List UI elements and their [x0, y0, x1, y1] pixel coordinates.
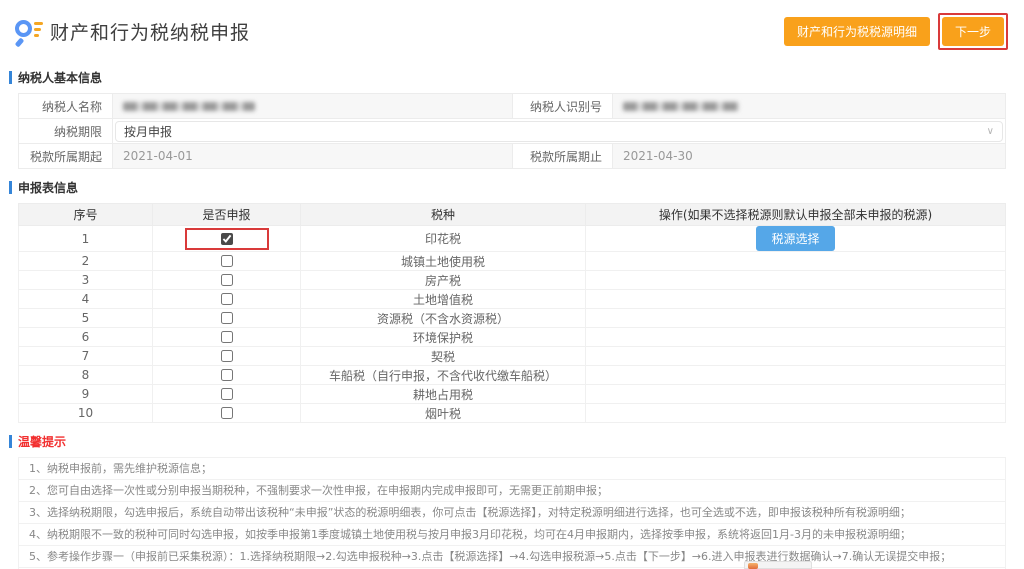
taxpayer-name-label: 纳税人名称	[19, 94, 113, 119]
table-row: 1 印花税 税源选择	[19, 226, 1006, 252]
row-index: 9	[19, 385, 153, 404]
app-logo-search-icon	[14, 17, 44, 47]
table-row: 2 城镇土地使用税	[19, 252, 1006, 271]
row-index: 2	[19, 252, 153, 271]
tips-section-title: 温馨提示	[18, 433, 1006, 450]
declare-checkbox[interactable]	[221, 350, 233, 362]
declare-checkbox[interactable]	[221, 407, 233, 419]
row-index: 1	[19, 226, 153, 252]
declaration-table: 序号 是否申报 税种 操作(如果不选择税源则默认申报全部未申报的税源) 1 印花…	[18, 203, 1006, 423]
tip-item: 5、参考操作步骤一（申报前已采集税源）：1.选择纳税期限→2.勾选申报税种→3.…	[19, 546, 1005, 568]
tip-item: 3、选择纳税期限，勾选申报后，系统自动带出该税种“未申报”状态的税源明细表，你可…	[19, 502, 1005, 524]
table-row: 8 车船税（自行申报，不含代收代缴车船税）	[19, 366, 1006, 385]
row-index: 8	[19, 366, 153, 385]
col-serial: 序号	[19, 204, 153, 226]
tip-item: 1、纳税申报前，需先维护税源信息；	[19, 458, 1005, 480]
table-header-row: 序号 是否申报 税种 操作(如果不选择税源则默认申报全部未申报的税源)	[19, 204, 1006, 226]
table-row: 10 烟叶税	[19, 404, 1006, 423]
row-index: 6	[19, 328, 153, 347]
taxpayer-name-value	[113, 94, 513, 119]
period-end-value: 2021-04-30	[613, 144, 1006, 169]
page-title: 财产和行为税纳税申报	[50, 18, 250, 45]
table-row: 5 资源税（不含水资源税）	[19, 309, 1006, 328]
tax-period-select[interactable]: 按月申报 ∨	[115, 121, 1003, 142]
row-index: 10	[19, 404, 153, 423]
declare-checkbox[interactable]	[221, 233, 233, 245]
tips-list: 1、纳税申报前，需先维护税源信息； 2、您可自由选择一次性或分别申报当期税种，不…	[18, 457, 1006, 569]
row-index: 3	[19, 271, 153, 290]
col-operation: 操作(如果不选择税源则默认申报全部未申报的税源)	[586, 204, 1006, 226]
partial-popup[interactable]	[744, 561, 812, 569]
taxpayer-id-label: 纳税人识别号	[513, 94, 613, 119]
row-index: 5	[19, 309, 153, 328]
basic-info-section-title: 纳税人基本信息	[18, 69, 1006, 86]
tax-type: 契税	[301, 347, 586, 366]
declaration-section-title: 申报表信息	[18, 179, 1006, 196]
declare-checkbox[interactable]	[221, 255, 233, 267]
tax-type: 耕地占用税	[301, 385, 586, 404]
row-index: 4	[19, 290, 153, 309]
taxpayer-id-value	[613, 94, 1006, 119]
row-index: 7	[19, 347, 153, 366]
section-bar	[9, 181, 12, 194]
next-step-button[interactable]: 下一步	[942, 17, 1004, 46]
basic-info-section: 纳税人基本信息 纳税人名称 纳税人识别号 纳税期限 按月申报 ∨ 税款所属期起 …	[18, 69, 1006, 169]
tips-section: 温馨提示 1、纳税申报前，需先维护税源信息； 2、您可自由选择一次性或分别申报当…	[18, 433, 1006, 569]
tax-type: 环境保护税	[301, 328, 586, 347]
page-header: 财产和行为税纳税申报 财产和行为税税源明细 下一步	[0, 0, 1024, 59]
redacted-taxpayer-id	[623, 102, 739, 111]
period-start-label: 税款所属期起	[19, 144, 113, 169]
tax-type: 城镇土地使用税	[301, 252, 586, 271]
col-declare: 是否申报	[153, 204, 301, 226]
next-button-annotation-box: 下一步	[938, 13, 1008, 50]
tax-type: 烟叶税	[301, 404, 586, 423]
flame-icon	[748, 563, 758, 569]
redacted-taxpayer-name	[123, 102, 255, 111]
tip-item: 4、纳税期限不一致的税种可同时勾选申报，如按季申报第1季度城镇土地使用税与按月申…	[19, 524, 1005, 546]
declare-checkbox[interactable]	[221, 331, 233, 343]
tax-type: 车船税（自行申报，不含代收代缴车船税）	[301, 366, 586, 385]
section-bar	[9, 435, 12, 448]
table-row: 6 环境保护税	[19, 328, 1006, 347]
checkbox-annotation-box	[185, 228, 269, 250]
section-bar	[9, 71, 12, 84]
table-row: 7 契税	[19, 347, 1006, 366]
table-row: 4 土地增值税	[19, 290, 1006, 309]
table-row: 9 耕地占用税	[19, 385, 1006, 404]
chevron-down-icon: ∨	[987, 126, 994, 137]
declare-checkbox[interactable]	[221, 369, 233, 381]
tax-period-label: 纳税期限	[19, 119, 113, 144]
basic-info-table: 纳税人名称 纳税人识别号 纳税期限 按月申报 ∨ 税款所属期起 2021-04-…	[18, 93, 1006, 169]
declare-checkbox[interactable]	[221, 293, 233, 305]
declare-checkbox[interactable]	[221, 312, 233, 324]
table-row: 3 房产税	[19, 271, 1006, 290]
tax-source-select-button[interactable]: 税源选择	[756, 226, 834, 251]
declaration-section: 申报表信息 序号 是否申报 税种 操作(如果不选择税源则默认申报全部未申报的税源…	[18, 179, 1006, 423]
tax-type: 资源税（不含水资源税）	[301, 309, 586, 328]
declare-checkbox[interactable]	[221, 388, 233, 400]
declare-checkbox[interactable]	[221, 274, 233, 286]
tax-type: 土地增值税	[301, 290, 586, 309]
period-start-value: 2021-04-01	[113, 144, 513, 169]
tax-source-detail-button[interactable]: 财产和行为税税源明细	[784, 17, 930, 46]
tip-item: 2、您可自由选择一次性或分别申报当期税种，不强制要求一次性申报，在申报期内完成申…	[19, 480, 1005, 502]
period-end-label: 税款所属期止	[513, 144, 613, 169]
col-taxtype: 税种	[301, 204, 586, 226]
tax-type: 房产税	[301, 271, 586, 290]
tax-type: 印花税	[301, 226, 586, 252]
